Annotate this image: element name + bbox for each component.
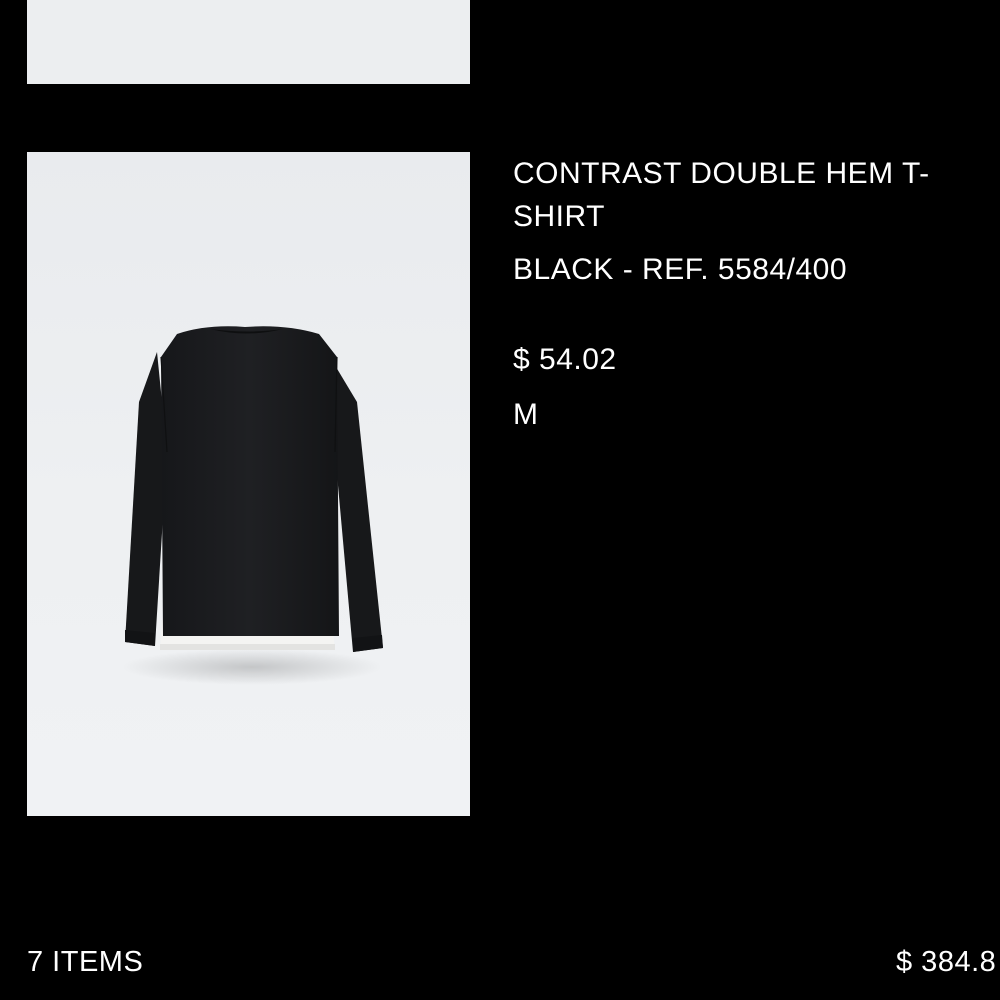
cart-item-details: CONTRAST DOUBLE HEM T-SHIRT BLACK - REF.… [513, 152, 993, 435]
product-thumbnail[interactable] [27, 152, 470, 816]
previous-item-thumbnail[interactable] [27, 0, 470, 84]
product-color-ref: BLACK - REF. 5584/400 [513, 253, 848, 286]
product-name[interactable]: CONTRAST DOUBLE HEM T-SHIRT [513, 152, 993, 238]
tshirt-back-image [122, 326, 383, 685]
cart-item-count: 7 ITEMS [27, 946, 144, 978]
cart-total: $ 384.8 [896, 946, 997, 978]
product-price: $ 54.02 [513, 343, 617, 376]
product-size: M [513, 398, 538, 431]
